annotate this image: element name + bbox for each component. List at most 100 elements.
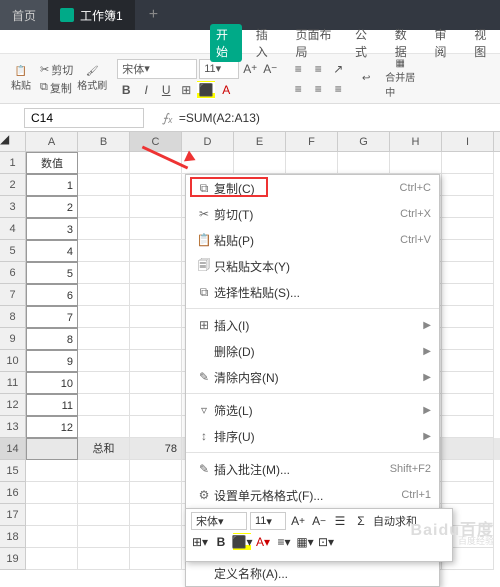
cell[interactable]: 12 bbox=[26, 416, 78, 438]
context-menu-item[interactable]: ✎清除内容(N)▶ bbox=[186, 364, 439, 390]
cell[interactable] bbox=[130, 152, 182, 174]
cell[interactable] bbox=[442, 174, 494, 196]
cut-button[interactable]: ✂剪切 bbox=[40, 62, 73, 78]
cell[interactable]: 总和 bbox=[78, 438, 130, 460]
cell[interactable]: 数值 bbox=[26, 152, 78, 174]
cell[interactable]: 5 bbox=[26, 262, 78, 284]
context-menu-item[interactable]: 📋粘贴(P)Ctrl+V bbox=[186, 227, 439, 253]
context-menu-item[interactable]: ⧉选择性粘贴(S)... bbox=[186, 279, 439, 305]
mini-border-icon[interactable]: ⊞▾ bbox=[191, 533, 209, 551]
cell[interactable] bbox=[442, 394, 494, 416]
row-header[interactable]: 3 bbox=[0, 196, 26, 218]
cell[interactable] bbox=[442, 218, 494, 240]
cell[interactable] bbox=[26, 526, 78, 548]
context-menu-item[interactable]: ✂剪切(T)Ctrl+X bbox=[186, 201, 439, 227]
italic-button[interactable]: I bbox=[137, 81, 155, 99]
context-menu-item[interactable]: 删除(D)▶ bbox=[186, 338, 439, 364]
cell[interactable] bbox=[130, 218, 182, 240]
cell[interactable] bbox=[442, 306, 494, 328]
cell[interactable] bbox=[442, 262, 494, 284]
cell[interactable] bbox=[78, 372, 130, 394]
cell[interactable] bbox=[78, 526, 130, 548]
cell[interactable] bbox=[442, 460, 494, 482]
align-top-icon[interactable]: ≡ bbox=[289, 60, 307, 78]
cell[interactable] bbox=[130, 372, 182, 394]
ribbon-tab-review[interactable]: 审阅 bbox=[428, 24, 460, 62]
mini-decrease-font-icon[interactable]: A− bbox=[310, 512, 328, 530]
context-menu-item[interactable]: ✎插入批注(M)...Shift+F2 bbox=[186, 456, 439, 482]
row-header[interactable]: 13 bbox=[0, 416, 26, 438]
row-header[interactable]: 17 bbox=[0, 504, 26, 526]
col-header[interactable]: A bbox=[26, 132, 78, 151]
cell[interactable] bbox=[442, 328, 494, 350]
cell[interactable] bbox=[78, 482, 130, 504]
cell[interactable] bbox=[130, 196, 182, 218]
cell[interactable] bbox=[78, 504, 130, 526]
cell[interactable] bbox=[442, 240, 494, 262]
cell[interactable]: 7 bbox=[26, 306, 78, 328]
mini-font-select[interactable]: 宋体 ▾ bbox=[191, 512, 247, 530]
cell[interactable] bbox=[182, 152, 234, 174]
cell[interactable] bbox=[26, 460, 78, 482]
cell[interactable] bbox=[26, 504, 78, 526]
underline-button[interactable]: U bbox=[157, 81, 175, 99]
cell[interactable] bbox=[26, 548, 78, 570]
copy-button[interactable]: ⧉复制 bbox=[40, 80, 73, 96]
context-menu-item[interactable]: ⊞插入(I)▶ bbox=[186, 312, 439, 338]
cell[interactable] bbox=[78, 174, 130, 196]
align-left-icon[interactable]: ≡ bbox=[289, 80, 307, 98]
bold-button[interactable]: B bbox=[117, 81, 135, 99]
mini-bold-button[interactable]: B bbox=[212, 533, 230, 551]
border-button[interactable]: ⊞ bbox=[177, 81, 195, 99]
cell[interactable]: 2 bbox=[26, 196, 78, 218]
cell[interactable] bbox=[442, 152, 494, 174]
formula-text[interactable]: =SUM(A2:A13) bbox=[179, 111, 260, 125]
row-header[interactable]: 10 bbox=[0, 350, 26, 372]
align-right-icon[interactable]: ≡ bbox=[329, 80, 347, 98]
cell[interactable]: 3 bbox=[26, 218, 78, 240]
cell[interactable] bbox=[78, 240, 130, 262]
cell[interactable] bbox=[442, 284, 494, 306]
row-header[interactable]: 11 bbox=[0, 372, 26, 394]
merge-button[interactable]: ▦ 合并居中 bbox=[385, 57, 415, 101]
context-menu-item[interactable]: ⧉复制(C)Ctrl+C bbox=[186, 175, 439, 201]
cell[interactable]: 11 bbox=[26, 394, 78, 416]
cell[interactable] bbox=[78, 306, 130, 328]
cell[interactable] bbox=[78, 460, 130, 482]
row-header[interactable]: 9 bbox=[0, 328, 26, 350]
cell[interactable] bbox=[130, 482, 182, 504]
cell[interactable] bbox=[78, 548, 130, 570]
size-select[interactable]: 11 ▾ bbox=[199, 59, 239, 79]
cell[interactable] bbox=[78, 284, 130, 306]
cell[interactable] bbox=[130, 526, 182, 548]
mini-font-color-icon[interactable]: A▾ bbox=[254, 533, 272, 551]
row-header[interactable]: 5 bbox=[0, 240, 26, 262]
col-header[interactable]: H bbox=[390, 132, 442, 151]
cell[interactable] bbox=[442, 372, 494, 394]
row-header[interactable]: 15 bbox=[0, 460, 26, 482]
cell[interactable] bbox=[130, 416, 182, 438]
mini-increase-font-icon[interactable]: A+ bbox=[289, 512, 307, 530]
col-header[interactable]: C bbox=[130, 132, 182, 151]
align-mid-icon[interactable]: ≡ bbox=[309, 60, 327, 78]
row-header[interactable]: 18 bbox=[0, 526, 26, 548]
row-header[interactable]: 19 bbox=[0, 548, 26, 570]
mini-merge-icon[interactable]: ▦▾ bbox=[296, 533, 314, 551]
cell[interactable] bbox=[442, 196, 494, 218]
ribbon-tab-insert[interactable]: 插入 bbox=[250, 24, 282, 62]
col-header[interactable]: E bbox=[234, 132, 286, 151]
decrease-font-icon[interactable]: A− bbox=[261, 60, 279, 78]
orientation-icon[interactable]: ↗ bbox=[329, 60, 347, 78]
cell[interactable] bbox=[442, 438, 494, 460]
cell[interactable] bbox=[390, 152, 442, 174]
cell[interactable] bbox=[130, 460, 182, 482]
cell[interactable] bbox=[130, 306, 182, 328]
mini-fill-color-icon[interactable]: ⬛▾ bbox=[233, 533, 251, 551]
row-header[interactable]: 8 bbox=[0, 306, 26, 328]
context-menu-item[interactable]: ↕排序(U)▶ bbox=[186, 423, 439, 449]
row-header[interactable]: 16 bbox=[0, 482, 26, 504]
col-header[interactable]: D bbox=[182, 132, 234, 151]
ribbon-tab-layout[interactable]: 页面布局 bbox=[290, 24, 341, 62]
col-header[interactable]: F bbox=[286, 132, 338, 151]
row-header[interactable]: 4 bbox=[0, 218, 26, 240]
